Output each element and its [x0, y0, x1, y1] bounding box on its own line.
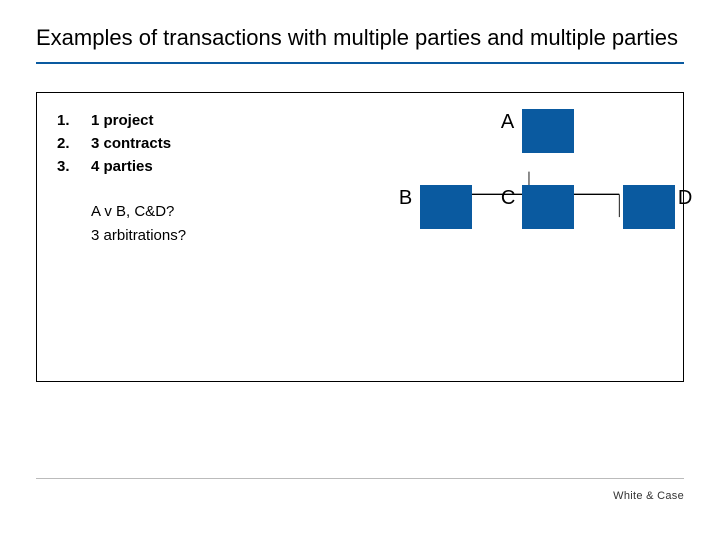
- node-box-d: [623, 185, 675, 229]
- node-box-c: [522, 185, 574, 229]
- left-column: 1. 1 project 2. 3 contracts 3. 4 parties…: [57, 109, 348, 365]
- list-text: 4 parties: [91, 155, 153, 178]
- title-underline: [36, 62, 684, 64]
- list-number: 2.: [57, 132, 91, 155]
- question-block: A v B, C&D? 3 arbitrations?: [91, 200, 348, 247]
- list-item: 3. 4 parties: [57, 155, 348, 178]
- footer-brand: White & Case: [613, 490, 684, 502]
- numbered-list: 1. 1 project 2. 3 contracts 3. 4 parties: [57, 109, 348, 179]
- slide-title: Examples of transactions with multiple p…: [36, 24, 684, 52]
- node-label-b: B: [399, 187, 412, 210]
- node-label-a: A: [501, 111, 514, 134]
- node-label-d: D: [678, 187, 692, 210]
- list-item: 2. 3 contracts: [57, 132, 348, 155]
- question-line: A v B, C&D?: [91, 200, 348, 223]
- question-line: 3 arbitrations?: [91, 224, 348, 247]
- node-box-a: [522, 109, 574, 153]
- footer-divider: [36, 478, 684, 479]
- node-label-c: C: [501, 187, 515, 210]
- list-item: 1. 1 project: [57, 109, 348, 132]
- list-text: 1 project: [91, 109, 154, 132]
- diagram-area: A B C D: [368, 109, 663, 365]
- list-number: 1.: [57, 109, 91, 132]
- content-frame: 1. 1 project 2. 3 contracts 3. 4 parties…: [36, 92, 684, 382]
- list-text: 3 contracts: [91, 132, 171, 155]
- list-number: 3.: [57, 155, 91, 178]
- connector-lines: [368, 109, 663, 365]
- node-box-b: [420, 185, 472, 229]
